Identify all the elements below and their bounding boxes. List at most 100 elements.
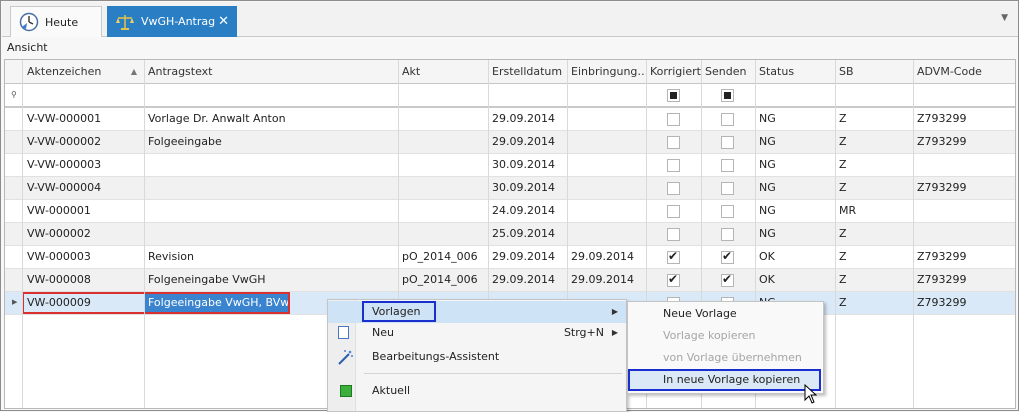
cell-akt[interactable] bbox=[398, 200, 488, 222]
senden-checkbox[interactable] bbox=[721, 159, 734, 172]
cell-sb[interactable]: Z bbox=[835, 177, 913, 199]
korrigiert-checkbox[interactable] bbox=[667, 159, 680, 172]
cell-erstelldatum[interactable]: 29.09.2014 bbox=[488, 269, 567, 291]
cell-einbringung[interactable] bbox=[567, 108, 646, 130]
cell-aktenzeichen[interactable]: V-VW-000004 bbox=[23, 177, 143, 199]
column-header-advm-code[interactable]: ADVM-Code bbox=[913, 60, 1015, 83]
senden-checkbox[interactable] bbox=[721, 182, 734, 195]
cell-status[interactable]: NG bbox=[755, 131, 835, 153]
senden-checkbox[interactable] bbox=[721, 205, 734, 218]
cell-einbringung[interactable]: 29.09.2014 bbox=[567, 246, 646, 268]
cell-aktenzeichen[interactable]: VW-000003 bbox=[23, 246, 143, 268]
senden-checkbox[interactable] bbox=[721, 113, 734, 126]
cell-aktenzeichen[interactable]: VW-000001 bbox=[23, 200, 143, 222]
column-header-akt[interactable]: Akt bbox=[398, 60, 488, 83]
cell-erstelldatum[interactable]: 30.09.2014 bbox=[488, 154, 567, 176]
column-header-korrigiert[interactable]: Korrigiert bbox=[646, 60, 701, 83]
cell-einbringung[interactable] bbox=[567, 131, 646, 153]
table-row[interactable]: V-VW-000001 Vorlage Dr. Anwalt Anton 29.09… bbox=[5, 108, 1015, 131]
cell-erstelldatum[interactable]: 29.09.2014 bbox=[488, 246, 567, 268]
cell-erstelldatum[interactable]: 30.09.2014 bbox=[488, 177, 567, 199]
cell-akt[interactable]: pO_2014_006 bbox=[398, 246, 488, 268]
column-header-sb[interactable]: SB bbox=[835, 60, 913, 83]
korrigiert-checkbox[interactable] bbox=[667, 182, 680, 195]
cell-sb[interactable]: MR bbox=[835, 200, 913, 222]
senden-checkbox[interactable] bbox=[721, 249, 734, 264]
cell-erstelldatum[interactable]: 25.09.2014 bbox=[488, 223, 567, 245]
cell-einbringung[interactable] bbox=[567, 200, 646, 222]
cell-akt[interactable] bbox=[398, 108, 488, 130]
cell-advm[interactable]: Z793299 bbox=[913, 131, 1015, 153]
cell-antragstext[interactable] bbox=[144, 154, 398, 176]
korrigiert-checkbox[interactable] bbox=[667, 249, 680, 264]
korrigiert-checkbox[interactable] bbox=[667, 113, 680, 126]
cell-aktenzeichen[interactable]: V-VW-000003 bbox=[23, 154, 143, 176]
cell-erstelldatum[interactable]: 29.09.2014 bbox=[488, 108, 567, 130]
cell-akt[interactable] bbox=[398, 131, 488, 153]
cell-status[interactable]: NG bbox=[755, 200, 835, 222]
cell-sb[interactable]: Z bbox=[835, 292, 913, 314]
cell-advm[interactable]: Z793299 bbox=[913, 177, 1015, 199]
cell-akt[interactable] bbox=[398, 154, 488, 176]
cell-antragstext[interactable] bbox=[144, 200, 398, 222]
cell-advm[interactable]: Z793299 bbox=[913, 246, 1015, 268]
korrigiert-checkbox[interactable] bbox=[667, 272, 680, 287]
cell-status[interactable]: OK bbox=[755, 269, 835, 291]
cell-akt[interactable] bbox=[398, 223, 488, 245]
cell-status[interactable]: NG bbox=[755, 177, 835, 199]
cell-antragstext[interactable] bbox=[144, 177, 398, 199]
cell-akt[interactable]: pO_2014_006 bbox=[398, 269, 488, 291]
cell-advm[interactable] bbox=[913, 223, 1015, 245]
column-header-aktenzeichen[interactable]: Aktenzeichen ▲ bbox=[23, 60, 143, 83]
korrigiert-checkbox[interactable] bbox=[667, 205, 680, 218]
table-row[interactable]: V-VW-000004 30.09.2014 NG Z Z793299 bbox=[5, 177, 1015, 200]
column-header-einbringung[interactable]: Einbringung… bbox=[567, 60, 646, 83]
cell-antragstext[interactable] bbox=[144, 223, 398, 245]
cell-einbringung[interactable] bbox=[567, 154, 646, 176]
column-header-antragstext[interactable]: Antragstext bbox=[144, 60, 398, 83]
korrigiert-checkbox[interactable] bbox=[667, 136, 680, 149]
close-icon[interactable]: ✕ bbox=[218, 14, 229, 29]
cell-status[interactable]: NG bbox=[755, 108, 835, 130]
korrigiert-checkbox[interactable] bbox=[667, 228, 680, 241]
cell-aktenzeichen[interactable]: V-VW-000002 bbox=[23, 131, 143, 153]
table-row[interactable]: VW-000001 24.09.2014 NG MR bbox=[5, 200, 1015, 223]
submenu-item-von-vorlage-uebernehmen[interactable]: von Vorlage übernehmen bbox=[628, 347, 823, 369]
senden-checkbox[interactable] bbox=[721, 228, 734, 241]
grid-filter-row[interactable]: ⚲ bbox=[5, 84, 1015, 108]
cell-sb[interactable]: Z bbox=[835, 108, 913, 130]
table-row[interactable]: V-VW-000002 Folgeeingabe 29.09.2014 NG Z Z793… bbox=[5, 131, 1015, 154]
cell-advm[interactable]: Z793299 bbox=[913, 108, 1015, 130]
tab-heute[interactable]: Heute bbox=[10, 6, 102, 37]
cell-erstelldatum[interactable]: 29.09.2014 bbox=[488, 131, 567, 153]
table-row[interactable]: VW-000002 25.09.2014 NG Z bbox=[5, 223, 1015, 246]
menu-item-neu[interactable]: Neu Strg+N ▶ bbox=[328, 322, 626, 344]
cell-einbringung[interactable] bbox=[567, 223, 646, 245]
cell-advm[interactable] bbox=[913, 200, 1015, 222]
cell-status[interactable]: OK bbox=[755, 246, 835, 268]
table-row[interactable]: VW-000003 Revision pO_2014_006 29.09.2014 29… bbox=[5, 246, 1015, 269]
cell-advm[interactable]: Z793299 bbox=[913, 292, 1015, 314]
filter-senden-checkbox[interactable] bbox=[721, 89, 734, 102]
cell-aktenzeichen[interactable]: VW-000008 bbox=[23, 269, 143, 291]
tab-vwgh-antrag[interactable]: VwGH-Antrag ✕ bbox=[107, 6, 237, 37]
column-header-status[interactable]: Status bbox=[755, 60, 835, 83]
cell-einbringung[interactable] bbox=[567, 177, 646, 199]
column-header-erstelldatum[interactable]: Erstelldatum bbox=[488, 60, 567, 83]
cell-erstelldatum[interactable]: 24.09.2014 bbox=[488, 200, 567, 222]
table-row[interactable]: V-VW-000003 30.09.2014 NG Z bbox=[5, 154, 1015, 177]
menu-item-bearbeitungs-assistent[interactable]: Bearbeitungs-Assistent bbox=[328, 346, 626, 368]
senden-checkbox[interactable] bbox=[721, 272, 734, 287]
chevron-down-icon[interactable]: ▼ bbox=[1001, 13, 1008, 23]
cell-sb[interactable]: Z bbox=[835, 269, 913, 291]
submenu-item-neue-vorlage[interactable]: Neue Vorlage bbox=[628, 303, 823, 325]
column-header-senden[interactable]: Senden bbox=[701, 60, 755, 83]
cell-akt[interactable] bbox=[398, 177, 488, 199]
cell-aktenzeichen[interactable]: V-VW-000001 bbox=[23, 108, 143, 130]
cell-antragstext[interactable]: Folgeeingabe bbox=[144, 131, 398, 153]
cell-antragstext[interactable]: Revision bbox=[144, 246, 398, 268]
menu-item-aktuell[interactable]: Aktuell bbox=[328, 380, 626, 402]
cell-einbringung[interactable]: 29.09.2014 bbox=[567, 269, 646, 291]
cell-sb[interactable]: Z bbox=[835, 154, 913, 176]
filter-korrigiert-checkbox[interactable] bbox=[667, 89, 680, 102]
